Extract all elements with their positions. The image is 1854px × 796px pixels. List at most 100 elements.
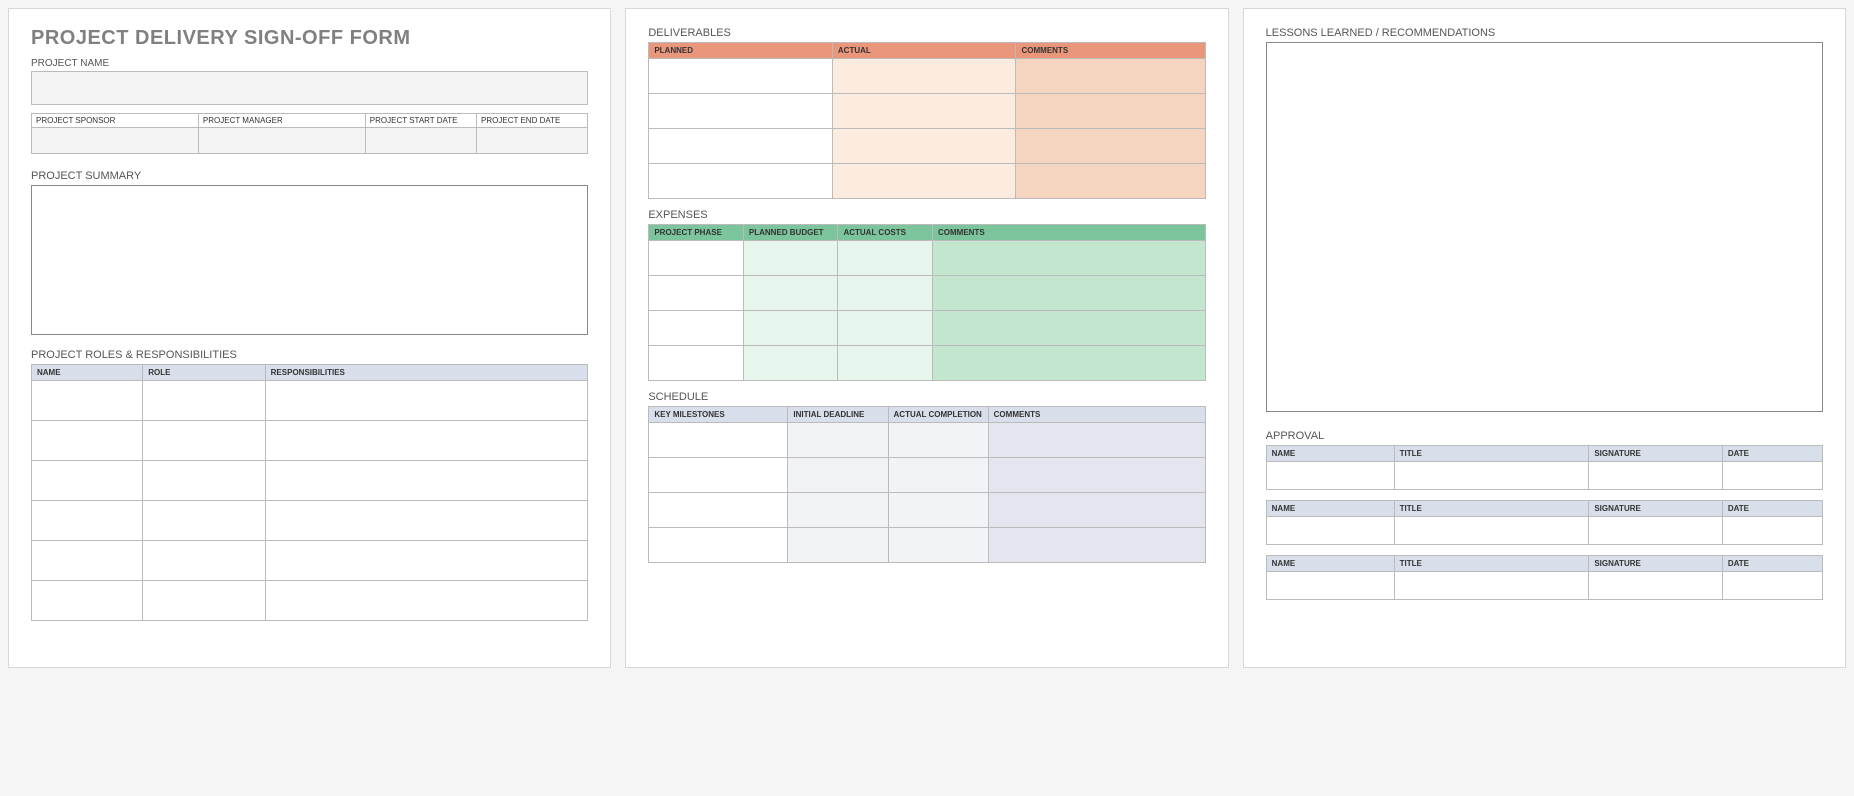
table-cell[interactable] (1394, 462, 1589, 490)
table-cell[interactable] (649, 528, 788, 563)
table-cell[interactable] (143, 381, 265, 421)
appr-hdr-title: TITLE (1394, 556, 1589, 572)
table-cell[interactable] (832, 129, 1016, 164)
table-cell[interactable] (649, 241, 744, 276)
table-cell[interactable] (1016, 59, 1205, 94)
table-cell[interactable] (888, 458, 988, 493)
expenses-label: EXPENSES (648, 209, 1205, 221)
table-cell[interactable] (32, 421, 143, 461)
table-cell[interactable] (1589, 572, 1723, 600)
table-cell[interactable] (988, 528, 1205, 563)
table-cell[interactable] (888, 493, 988, 528)
lessons-label: LESSONS LEARNED / RECOMMENDATIONS (1266, 27, 1823, 39)
table-cell[interactable] (649, 59, 833, 94)
table-cell[interactable] (888, 423, 988, 458)
table-cell[interactable] (649, 311, 744, 346)
page-1: PROJECT DELIVERY SIGN-OFF FORM PROJECT N… (8, 8, 611, 668)
table-cell[interactable] (1722, 517, 1822, 545)
table-cell[interactable] (32, 381, 143, 421)
table-cell[interactable] (649, 164, 833, 199)
table-cell[interactable] (1016, 164, 1205, 199)
table-cell[interactable] (143, 461, 265, 501)
table-cell[interactable] (988, 493, 1205, 528)
project-name-input[interactable] (31, 71, 588, 105)
table-cell[interactable] (32, 461, 143, 501)
table-cell[interactable] (1722, 462, 1822, 490)
table-cell[interactable] (649, 423, 788, 458)
table-cell[interactable] (143, 421, 265, 461)
approval-label: APPROVAL (1266, 430, 1823, 442)
table-cell[interactable] (649, 276, 744, 311)
table-cell[interactable] (649, 458, 788, 493)
table-cell[interactable] (1394, 572, 1589, 600)
table-cell[interactable] (832, 94, 1016, 129)
roles-hdr-name: NAME (32, 365, 143, 381)
table-cell[interactable] (32, 541, 143, 581)
table-cell[interactable] (265, 381, 588, 421)
info-sponsor[interactable] (32, 128, 199, 154)
appr-hdr-title: TITLE (1394, 501, 1589, 517)
table-cell[interactable] (838, 346, 933, 381)
table-cell[interactable] (743, 276, 838, 311)
table-cell[interactable] (143, 581, 265, 621)
table-cell[interactable] (988, 458, 1205, 493)
table-cell[interactable] (265, 501, 588, 541)
table-cell[interactable] (649, 493, 788, 528)
table-cell[interactable] (265, 541, 588, 581)
table-cell[interactable] (1589, 462, 1723, 490)
table-cell[interactable] (788, 528, 888, 563)
appr-hdr-name: NAME (1266, 446, 1394, 462)
info-end[interactable] (477, 128, 588, 154)
table-cell[interactable] (838, 241, 933, 276)
roles-label: PROJECT ROLES & RESPONSIBILITIES (31, 349, 588, 361)
deliv-hdr-planned: PLANNED (649, 43, 833, 59)
table-cell[interactable] (143, 541, 265, 581)
table-cell[interactable] (1722, 572, 1822, 600)
summary-box[interactable] (31, 185, 588, 335)
table-cell[interactable] (1266, 462, 1394, 490)
table-cell[interactable] (888, 528, 988, 563)
table-cell[interactable] (788, 423, 888, 458)
table-cell[interactable] (832, 164, 1016, 199)
table-cell[interactable] (838, 276, 933, 311)
table-cell[interactable] (788, 458, 888, 493)
table-cell[interactable] (988, 423, 1205, 458)
deliverables-table: PLANNED ACTUAL COMMENTS (648, 42, 1205, 199)
table-cell[interactable] (743, 346, 838, 381)
table-cell[interactable] (933, 276, 1206, 311)
table-cell[interactable] (1016, 129, 1205, 164)
appr-hdr-sig: SIGNATURE (1589, 446, 1723, 462)
table-cell[interactable] (933, 346, 1206, 381)
table-cell[interactable] (649, 129, 833, 164)
table-cell[interactable] (1266, 572, 1394, 600)
deliv-hdr-comments: COMMENTS (1016, 43, 1205, 59)
info-manager[interactable] (198, 128, 365, 154)
table-cell[interactable] (649, 94, 833, 129)
table-cell[interactable] (933, 311, 1206, 346)
table-cell[interactable] (32, 501, 143, 541)
lessons-box[interactable] (1266, 42, 1823, 412)
roles-hdr-role: ROLE (143, 365, 265, 381)
table-cell[interactable] (743, 241, 838, 276)
table-cell[interactable] (1394, 517, 1589, 545)
schedule-table: KEY MILESTONES INITIAL DEADLINE ACTUAL C… (648, 406, 1205, 563)
table-cell[interactable] (32, 581, 143, 621)
table-cell[interactable] (265, 421, 588, 461)
table-cell[interactable] (788, 493, 888, 528)
table-cell[interactable] (832, 59, 1016, 94)
info-start[interactable] (365, 128, 476, 154)
table-cell[interactable] (933, 241, 1206, 276)
table-cell[interactable] (1589, 517, 1723, 545)
table-cell[interactable] (838, 311, 933, 346)
table-cell[interactable] (265, 461, 588, 501)
info-hdr-manager: PROJECT MANAGER (198, 114, 365, 128)
table-cell[interactable] (143, 501, 265, 541)
sched-hdr-comments: COMMENTS (988, 407, 1205, 423)
exp-hdr-phase: PROJECT PHASE (649, 225, 744, 241)
table-cell[interactable] (1016, 94, 1205, 129)
table-cell[interactable] (265, 581, 588, 621)
table-cell[interactable] (1266, 517, 1394, 545)
table-cell[interactable] (649, 346, 744, 381)
deliv-hdr-actual: ACTUAL (832, 43, 1016, 59)
table-cell[interactable] (743, 311, 838, 346)
